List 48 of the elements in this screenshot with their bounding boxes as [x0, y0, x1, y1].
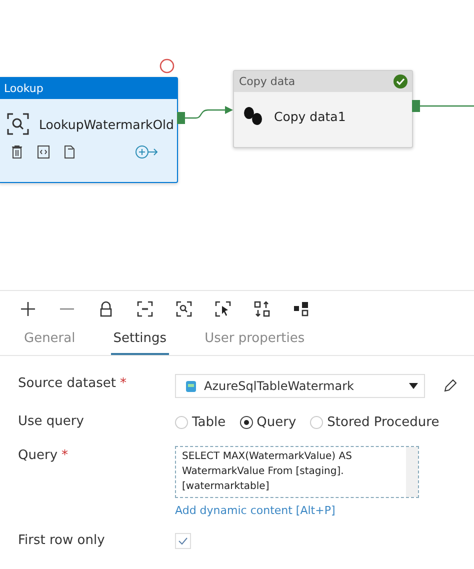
arrange-button[interactable] [253, 300, 271, 318]
node-name: LookupWatermarkOld [39, 116, 174, 132]
trash-icon[interactable] [11, 145, 23, 159]
tab[interactable]: User properties [202, 325, 307, 355]
lookup-icon [7, 113, 29, 135]
caret-icon [409, 383, 418, 389]
copy-icon[interactable] [64, 145, 77, 159]
activity-node[interactable]: Copy data Copy data1 [233, 70, 413, 148]
zoom-in-button[interactable] [19, 300, 37, 318]
tab[interactable]: General [22, 325, 78, 355]
edit-icon[interactable] [443, 379, 457, 393]
node-name: Copy data1 [274, 108, 346, 124]
arrange-icon [254, 301, 270, 317]
node-type: Copy data [239, 75, 296, 88]
tab[interactable]: Settings [111, 325, 169, 355]
zoom-in-icon [20, 301, 36, 317]
connector-line [419, 105, 474, 107]
radio-option[interactable]: Query [240, 414, 296, 430]
activity-node[interactable]: Lookup LookupWatermarkOld [0, 77, 178, 183]
database-icon [242, 106, 264, 126]
node-type: Lookup [4, 82, 44, 95]
lock-icon [99, 301, 113, 317]
select-icon [215, 301, 231, 317]
layout-button[interactable] [292, 300, 310, 318]
field-label: Use query [18, 413, 85, 431]
fit-button[interactable] [136, 300, 154, 318]
status-circle-icon [159, 58, 175, 74]
zoom-area-button[interactable] [175, 300, 193, 318]
fit-view-icon [137, 301, 153, 317]
add-output-icon[interactable] [135, 145, 159, 159]
query-field[interactable]: SELECT MAX(WatermarkValue) AS WatermarkValue From [staging].[watermarktable] [175, 446, 419, 498]
radio-label: Query [256, 414, 296, 430]
sql-database-icon [186, 380, 196, 392]
layout-icon [293, 301, 309, 317]
check-icon [178, 537, 188, 545]
connector-line [182, 105, 234, 121]
code-icon[interactable] [37, 145, 50, 159]
checkbox[interactable] [175, 533, 191, 549]
radio-label: Table [192, 414, 226, 430]
dynamic-content-link[interactable]: Add dynamic content [Alt+P] [175, 504, 474, 517]
search-icon [176, 301, 192, 317]
radio-option[interactable]: Table [175, 414, 226, 430]
field-label: Source dataset * [18, 375, 128, 393]
radio-button[interactable] [240, 416, 253, 428]
dataset-dropdown[interactable]: AzureSqlTableWatermark [175, 374, 425, 398]
field-label: Query * [18, 447, 70, 465]
field-label: First row only [18, 532, 106, 550]
select-button[interactable] [214, 300, 232, 318]
